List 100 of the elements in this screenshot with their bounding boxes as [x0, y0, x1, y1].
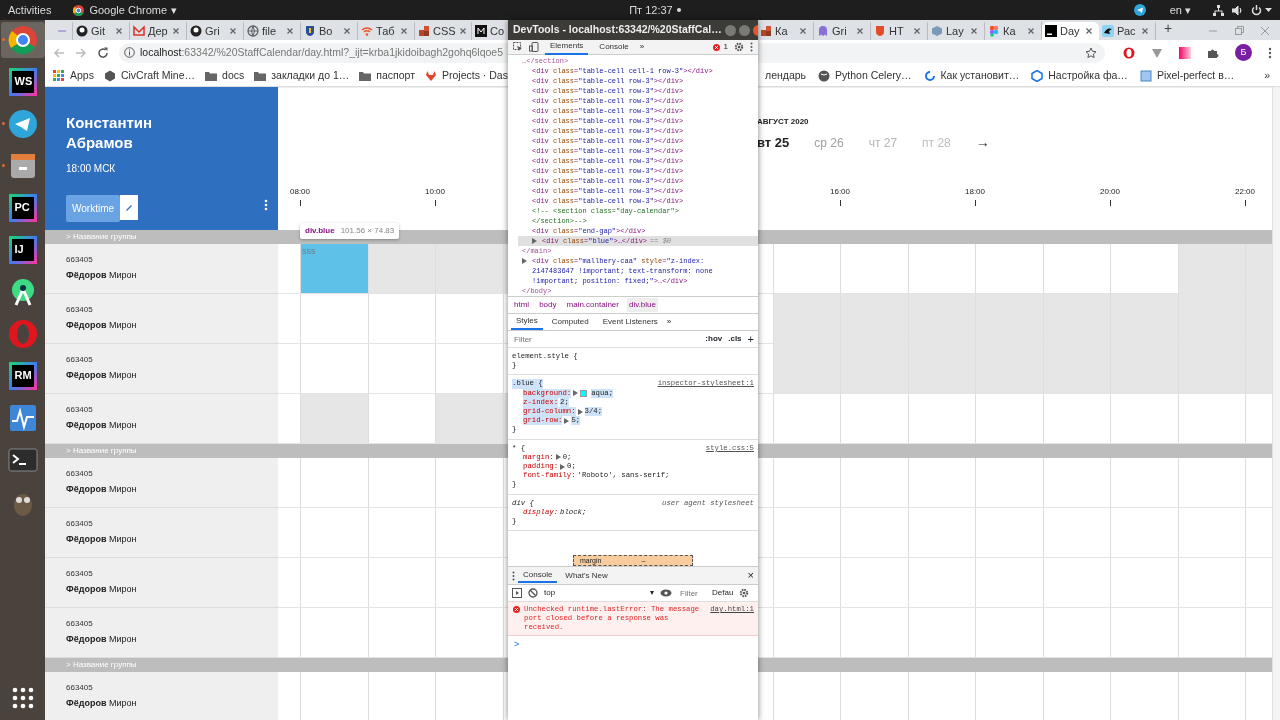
more-tabs-button[interactable]: »	[666, 316, 672, 328]
globe-icon[interactable]	[818, 69, 831, 82]
close-icon[interactable]	[286, 27, 294, 35]
panel-tab[interactable]: Console	[594, 39, 634, 55]
styles-tab[interactable]: Computed	[546, 314, 594, 330]
panel-tab[interactable]: Elements	[545, 39, 589, 55]
folder-icon[interactable]	[359, 69, 372, 82]
activities-button[interactable]: Activities	[8, 1, 52, 19]
drawer-tab[interactable]: Console	[518, 568, 558, 583]
add-rule-button[interactable]: +	[747, 330, 754, 348]
bookmark-link[interactable]: docs	[222, 67, 245, 84]
folder-icon[interactable]	[254, 69, 267, 82]
reload-icon[interactable]	[97, 46, 109, 59]
reload-icon[interactable]	[923, 69, 936, 82]
square-icon[interactable]	[1139, 69, 1152, 82]
chrome-icon[interactable]	[73, 4, 85, 16]
close-icon[interactable]	[172, 27, 180, 35]
network-icon[interactable]	[1213, 4, 1224, 16]
telegram-icon[interactable]	[1133, 4, 1146, 16]
bookmark-link[interactable]: Apps	[70, 67, 94, 84]
drawer-tab[interactable]: What's New	[560, 568, 613, 583]
more-tabs-button[interactable]: »	[639, 41, 645, 53]
fox-icon[interactable]	[425, 69, 437, 82]
expand-arrow-icon[interactable]	[555, 454, 561, 461]
styles-tab[interactable]: Event Listeners	[597, 314, 663, 330]
hover-state-button[interactable]: :hov	[705, 333, 723, 345]
error-count[interactable]: 1	[723, 41, 728, 53]
close-icon[interactable]	[458, 27, 467, 35]
clear-console-icon[interactable]	[528, 588, 538, 598]
bookmark-link[interactable]: Как установит…	[940, 67, 1020, 84]
device-icon[interactable]	[529, 42, 539, 52]
expand-arrow-icon[interactable]	[573, 390, 579, 397]
close-icon[interactable]	[1141, 27, 1149, 35]
inspect-icon[interactable]	[513, 42, 523, 52]
power-icon[interactable]	[1251, 4, 1262, 16]
profile-avatar[interactable]: Б	[1235, 44, 1252, 61]
console-prompt[interactable]: >	[508, 636, 758, 654]
edit-button[interactable]	[120, 195, 139, 220]
log-levels-dropdown[interactable]: Defau	[712, 587, 734, 599]
close-icon[interactable]	[856, 27, 864, 35]
language-indicator[interactable]: en	[1169, 1, 1182, 19]
expand-arrow-icon[interactable]	[560, 463, 566, 470]
close-icon[interactable]	[229, 27, 237, 35]
bookmark-link[interactable]: закладки до 1…	[271, 67, 350, 84]
context-selector[interactable]: top ▾	[544, 587, 654, 599]
opera-icon[interactable]	[1123, 46, 1135, 59]
color-swatch[interactable]	[580, 389, 588, 397]
bookmark-link[interactable]: паспорт	[376, 67, 415, 84]
kebab-menu-icon[interactable]	[750, 42, 753, 52]
bookmark-link[interactable]: Projects · Das	[442, 67, 508, 84]
info-icon[interactable]	[124, 47, 135, 58]
app-grid-icon[interactable]	[53, 69, 65, 82]
scrollbar[interactable]	[1272, 87, 1280, 720]
speaker-icon[interactable]	[1232, 4, 1243, 16]
dock-item[interactable]: IJ	[0, 232, 45, 268]
settings-icon[interactable]	[739, 588, 750, 598]
dock-item[interactable]: WS	[0, 64, 45, 100]
close-icon[interactable]	[799, 27, 807, 35]
expand-arrow-icon[interactable]	[532, 238, 537, 244]
close-icon[interactable]	[970, 27, 978, 35]
maximize-button[interactable]	[738, 24, 750, 36]
breadcrumb[interactable]: html	[512, 298, 532, 312]
styles-tab[interactable]: Styles	[511, 314, 543, 330]
bookmark-link[interactable]: лендарь	[765, 67, 807, 84]
bookmark-link[interactable]: Pixel-perfect в…	[1156, 67, 1235, 84]
breadcrumb[interactable]: body	[537, 298, 559, 312]
caret-icon[interactable]: ▾	[1185, 1, 1191, 19]
expand-arrow-icon[interactable]	[522, 258, 527, 264]
app-menu-label[interactable]: Google Chrome	[89, 1, 168, 19]
expand-arrow-icon[interactable]	[577, 408, 583, 415]
bookmark-link[interactable]: Настройка фа…	[1048, 67, 1128, 84]
sidebar-toggle-icon[interactable]	[512, 588, 522, 598]
dock-item[interactable]: RM	[0, 358, 45, 394]
kebab-menu-icon[interactable]	[1268, 46, 1272, 59]
breadcrumb[interactable]: div.blue	[626, 298, 658, 312]
minimize-button[interactable]	[724, 24, 736, 36]
address-field[interactable]: localhost:63342/%20StaffCalendar/day.html?_ijt=krba1jkidoibagh2gohq6lqoe5	[140, 44, 503, 61]
eye-icon[interactable]	[660, 589, 672, 597]
new-tab-button[interactable]: +	[1164, 18, 1173, 39]
folder-icon[interactable]	[205, 69, 218, 82]
close-icon[interactable]	[1085, 27, 1093, 35]
close-icon[interactable]	[115, 27, 123, 35]
more-button[interactable]	[264, 199, 268, 211]
close-icon[interactable]	[400, 27, 408, 35]
breadcrumb[interactable]: main.container	[564, 298, 621, 312]
kebab-menu-icon[interactable]	[512, 570, 515, 581]
more-bookmarks-button[interactable]: »	[1254, 67, 1280, 84]
close-icon[interactable]	[1027, 27, 1035, 35]
clock[interactable]: Пт 12:37	[629, 1, 673, 19]
close-icon[interactable]	[343, 27, 351, 35]
bookmark-link[interactable]: Python Celery…	[835, 67, 912, 84]
caret-icon[interactable]: ▾	[171, 1, 178, 19]
bookmark-link[interactable]: CivCraft Mine…	[120, 67, 196, 84]
browser-tab[interactable]: Co	[472, 22, 508, 40]
hexagon-icon[interactable]	[103, 69, 116, 82]
error-icon[interactable]	[712, 43, 720, 51]
dock-item[interactable]: PC	[0, 190, 45, 226]
expand-arrow-icon[interactable]	[564, 417, 570, 424]
dock-item[interactable]	[0, 22, 45, 58]
next-arrow[interactable]: →	[975, 132, 990, 153]
